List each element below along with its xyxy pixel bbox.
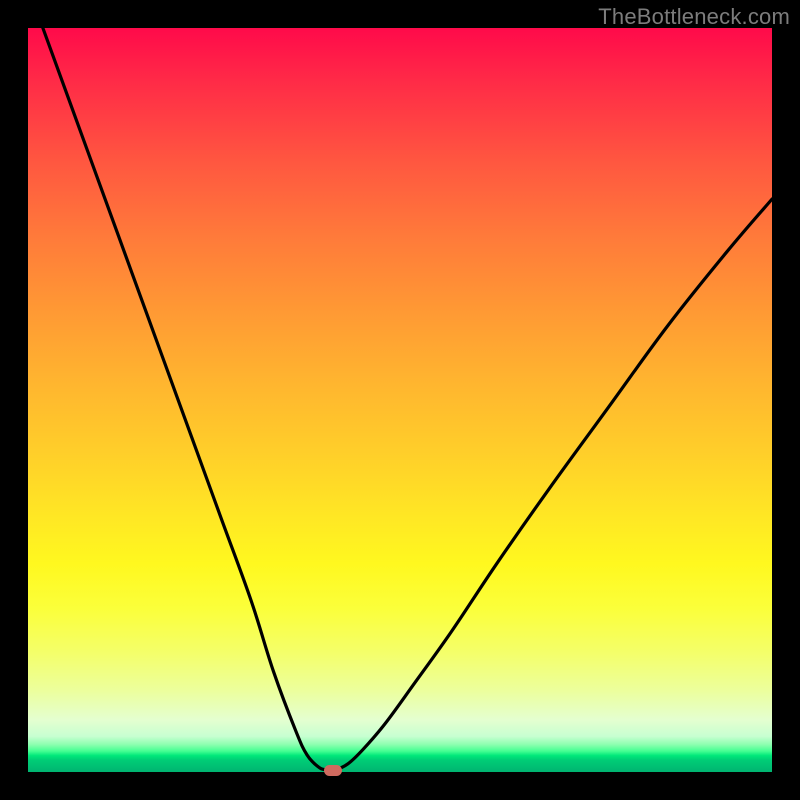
chart-frame: TheBottleneck.com [0, 0, 800, 800]
bottleneck-curve [28, 28, 772, 772]
watermark-text: TheBottleneck.com [598, 4, 790, 30]
optimal-marker [324, 765, 342, 776]
plot-area [28, 28, 772, 772]
